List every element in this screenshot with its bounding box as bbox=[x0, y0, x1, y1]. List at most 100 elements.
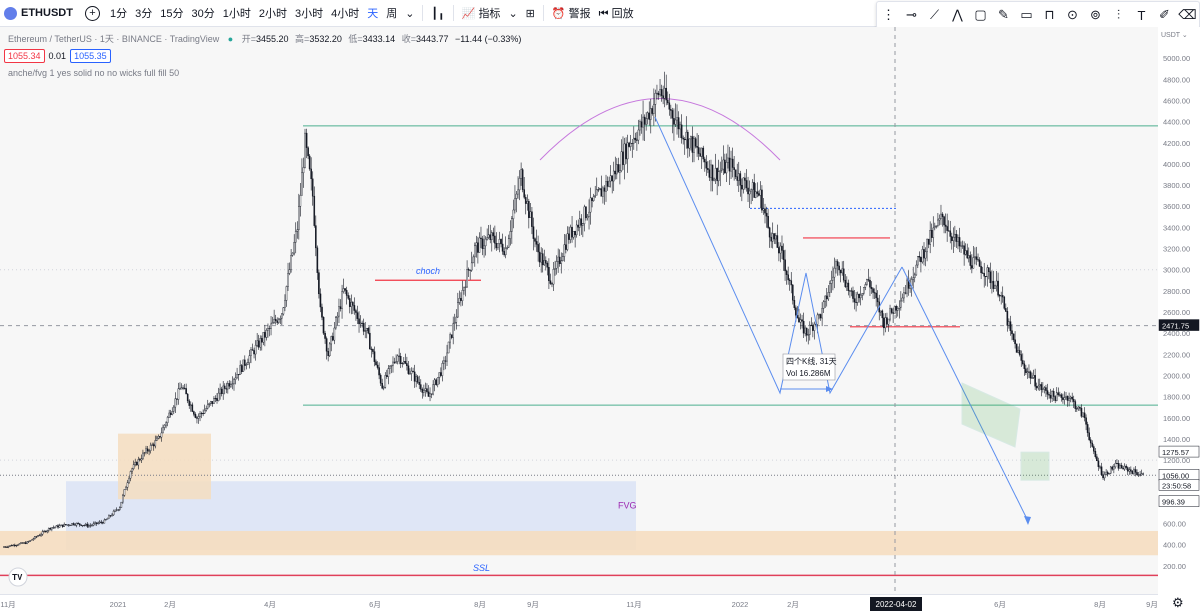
indicators-dropdown-icon[interactable]: ⌄ bbox=[504, 7, 521, 20]
interval-3h[interactable]: 3小时 bbox=[291, 5, 327, 21]
candle-body bbox=[967, 255, 970, 259]
candle-body bbox=[419, 384, 422, 390]
candle-body bbox=[782, 250, 785, 260]
chart-canvas[interactable]: FVG SSL choch 四个K线, 31天 Vol 16.286M 𝐓𝐕 bbox=[0, 27, 1158, 594]
candle-body bbox=[917, 256, 919, 266]
candle-body bbox=[1133, 469, 1135, 474]
interval-3m[interactable]: 3分 bbox=[131, 5, 156, 21]
candle-body bbox=[1065, 395, 1067, 398]
rectangle-tool-icon[interactable]: ▢ bbox=[971, 7, 991, 23]
text-tool-icon[interactable]: T bbox=[1132, 8, 1152, 23]
candle-body bbox=[900, 300, 902, 308]
interval-1d[interactable]: 天 bbox=[363, 5, 382, 21]
ask-price-badge[interactable]: 1055.35 bbox=[70, 49, 111, 63]
candle-body bbox=[781, 245, 783, 251]
candle-body bbox=[839, 269, 842, 274]
trend-line-tool-icon[interactable]: ⟋ bbox=[925, 7, 945, 23]
settings-gear-icon[interactable]: ⚙ bbox=[1172, 595, 1184, 611]
candle-body bbox=[511, 218, 513, 232]
fib-tool-icon[interactable]: ⫶ bbox=[1109, 7, 1129, 23]
comment-tool-icon[interactable]: ▭ bbox=[1017, 7, 1037, 23]
interval-15m[interactable]: 15分 bbox=[156, 5, 187, 21]
target-arrowhead bbox=[1024, 516, 1031, 525]
interval-30m[interactable]: 30分 bbox=[187, 5, 218, 21]
chart-area[interactable]: FVG SSL choch 四个K线, 31天 Vol 16.286M 𝐓𝐕 bbox=[0, 27, 1158, 594]
time-axis[interactable]: 11月 2021 2月 4月 6月 8月 9月 11月 2022 2月 6月 8月 9月 2022-04-… bbox=[0, 594, 1158, 613]
price-tick-label: 5000.00 bbox=[1163, 54, 1190, 63]
candle-body bbox=[410, 370, 413, 374]
circle-tool-icon[interactable]: ⊙ bbox=[1063, 7, 1083, 23]
candle-body bbox=[1035, 386, 1038, 389]
candle-body bbox=[111, 514, 113, 517]
candle-body bbox=[58, 525, 61, 528]
candle-body bbox=[475, 242, 478, 247]
candle-body bbox=[189, 404, 192, 406]
candle-body bbox=[483, 245, 485, 249]
candle-body bbox=[526, 201, 529, 204]
candle-body bbox=[267, 328, 269, 331]
candle-body bbox=[898, 307, 901, 309]
interval-2h[interactable]: 2小时 bbox=[255, 5, 291, 21]
candle-body bbox=[324, 333, 326, 339]
candle-body bbox=[704, 158, 706, 163]
candle-body bbox=[961, 245, 964, 247]
layout-grid-icon[interactable]: ⊞ bbox=[522, 7, 539, 20]
candle-body bbox=[586, 216, 589, 219]
interval-1m[interactable]: 1分 bbox=[106, 5, 131, 21]
alert-button[interactable]: ⏰ 警报 bbox=[548, 5, 595, 21]
candle-body bbox=[974, 256, 976, 258]
candle-body bbox=[842, 268, 845, 281]
price-tick-label: 1800.00 bbox=[1163, 393, 1190, 402]
legend-dot-icon: ● bbox=[227, 34, 234, 44]
replay-button[interactable]: ⏮ 回放 bbox=[595, 5, 638, 21]
eraser-tool-icon[interactable]: ⌫ bbox=[1178, 7, 1198, 23]
candle-body bbox=[832, 276, 834, 281]
candle-body bbox=[594, 194, 597, 197]
interval-1h[interactable]: 1小时 bbox=[219, 5, 255, 21]
candle-body bbox=[1123, 465, 1126, 470]
candle-body bbox=[991, 280, 993, 284]
candle-body bbox=[1105, 471, 1107, 475]
candle-body bbox=[869, 280, 871, 288]
interval-1w[interactable]: 周 bbox=[382, 5, 401, 21]
indicators-button[interactable]: 📈 指标 bbox=[458, 5, 505, 21]
pin-tool-icon[interactable]: ⊚ bbox=[1086, 7, 1106, 23]
polyline-tool-icon[interactable]: ⋀ bbox=[948, 7, 968, 23]
candle-body bbox=[895, 305, 898, 311]
candle-body bbox=[379, 374, 382, 384]
candle-body bbox=[609, 175, 612, 182]
candle-body bbox=[802, 320, 805, 334]
candle-body bbox=[443, 360, 445, 364]
candle-body bbox=[413, 371, 416, 382]
candle-body bbox=[694, 138, 697, 147]
price-tick-label: 4600.00 bbox=[1163, 96, 1190, 105]
interval-4h[interactable]: 4小时 bbox=[327, 5, 363, 21]
horizontal-line-tool-icon[interactable]: ⊸ bbox=[902, 7, 922, 23]
candle-body bbox=[665, 87, 668, 101]
candle-body bbox=[648, 112, 651, 120]
interval-dropdown-icon[interactable]: ⌄ bbox=[401, 7, 418, 20]
compare-symbol-icon[interactable]: + bbox=[84, 5, 100, 21]
symbol-selector[interactable]: ETHUSDT bbox=[0, 6, 79, 20]
pen-tool-icon[interactable]: ✐ bbox=[1155, 7, 1175, 23]
candle-body bbox=[1094, 450, 1097, 457]
brush-tool-icon[interactable]: ✎ bbox=[994, 7, 1014, 23]
candle-body bbox=[64, 524, 67, 526]
drag-handle-icon[interactable]: ⋮ bbox=[879, 7, 899, 23]
replay-label: 回放 bbox=[611, 8, 634, 20]
candle-body bbox=[381, 383, 383, 389]
candle-body bbox=[180, 387, 183, 390]
candle-body bbox=[1139, 474, 1141, 476]
candle-body bbox=[622, 151, 624, 165]
chart-type-icon[interactable]: ┃╻ bbox=[427, 7, 448, 20]
bid-price-badge[interactable]: 1055.34 bbox=[4, 49, 45, 63]
candle-body bbox=[446, 352, 448, 362]
candle-body bbox=[1042, 388, 1044, 390]
price-axis[interactable]: USDT ⌄200.00400.00600.00800.001000.00120… bbox=[1158, 27, 1200, 594]
candle-body bbox=[291, 252, 294, 256]
candle-body bbox=[827, 292, 830, 300]
price-label-tool-icon[interactable]: ⊓ bbox=[1040, 7, 1060, 23]
candle-body bbox=[260, 338, 263, 343]
fvg-label: FVG bbox=[618, 501, 637, 511]
candle-body bbox=[816, 314, 819, 325]
